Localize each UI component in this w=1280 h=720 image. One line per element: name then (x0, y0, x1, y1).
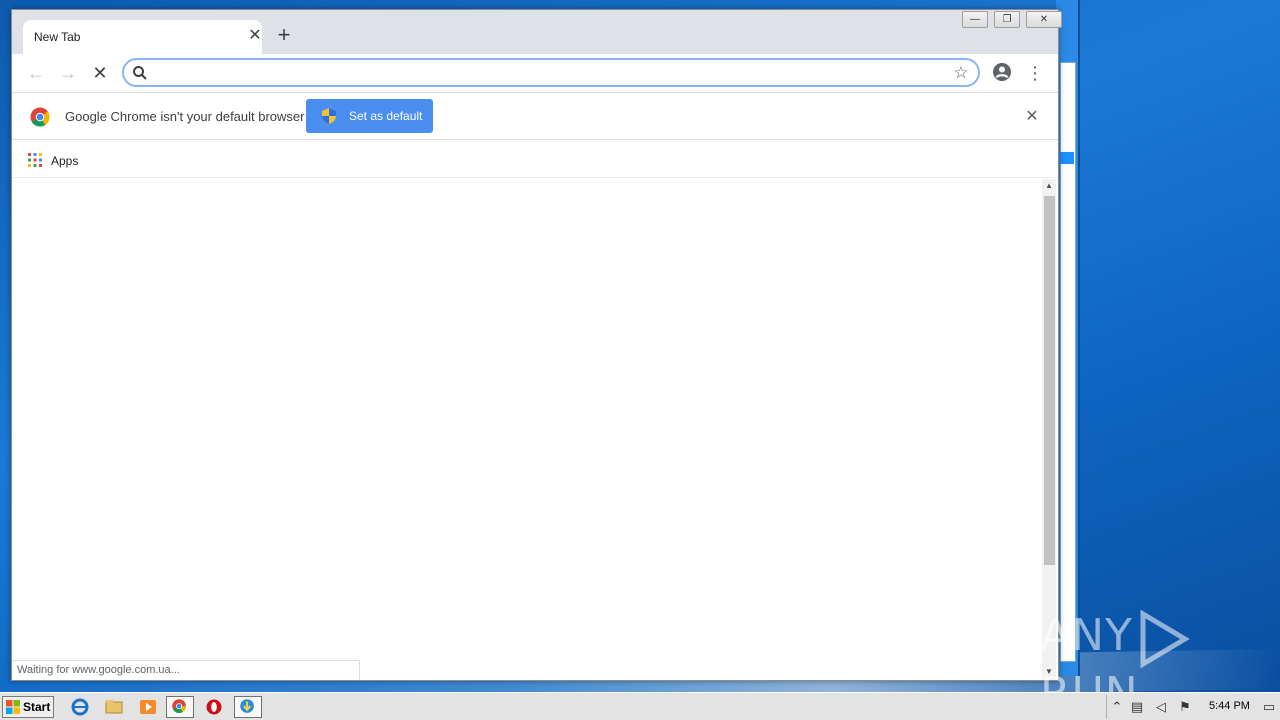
background-window-highlight (1060, 152, 1074, 164)
chrome-logo-icon (30, 107, 50, 127)
apps-bookmark[interactable]: Apps (51, 154, 78, 168)
volume-icon[interactable]: ◁ (1153, 699, 1169, 715)
tab-close-icon[interactable]: ✕ (247, 28, 263, 44)
installer-icon[interactable] (234, 696, 262, 718)
scroll-up-arrow-icon[interactable]: ▲ (1042, 179, 1056, 193)
start-label: Start (23, 700, 51, 714)
tab-title: New Tab (34, 30, 81, 44)
internet-explorer-icon[interactable] (66, 696, 94, 718)
restore-button[interactable]: ❐ (994, 11, 1020, 28)
watermark-play-icon (1140, 610, 1190, 668)
opera-icon[interactable] (200, 696, 228, 718)
profile-icon[interactable] (992, 62, 1012, 82)
file-explorer-icon[interactable] (100, 696, 128, 718)
stop-loading-icon[interactable]: ✕ (89, 62, 111, 84)
minimize-button[interactable]: — (962, 11, 988, 28)
start-button[interactable]: Start (2, 696, 54, 718)
action-center-flag-icon[interactable]: ⚑ (1177, 699, 1193, 715)
search-icon (133, 66, 147, 80)
page-content[interactable]: ▲ ▼ Waiting for www.google.com.ua... (12, 179, 1058, 680)
browser-toolbar: ← → ✕ ☆ ⋮ (12, 54, 1058, 92)
taskbar-clock[interactable]: 5:44 PM (1209, 700, 1250, 712)
vertical-scrollbar[interactable]: ▲ ▼ (1042, 179, 1056, 680)
taskbar: Start ⌃ ▤ ◁ ⚑ 5:44 PM ▭ (0, 692, 1280, 720)
network-icon[interactable]: ▤ (1129, 699, 1145, 715)
scroll-thumb[interactable] (1044, 196, 1055, 565)
set-as-default-label: Set as default (349, 109, 423, 123)
show-desktop-icon[interactable]: ▭ (1261, 699, 1277, 715)
back-arrow-icon[interactable]: ← (25, 62, 47, 84)
windows-logo-icon (6, 700, 20, 714)
window-controls: — ❐ ✕ (962, 11, 1068, 29)
close-window-button[interactable]: ✕ (1026, 11, 1062, 28)
star-icon[interactable]: ☆ (950, 62, 972, 84)
forward-arrow-icon[interactable]: → (57, 62, 79, 84)
apps-grid-icon[interactable] (28, 153, 42, 167)
chrome-icon[interactable] (166, 696, 194, 718)
address-bar[interactable]: ☆ (122, 58, 980, 87)
bookmarks-bar: Apps (12, 140, 1058, 178)
infobar-close-icon[interactable]: ✕ (1022, 107, 1042, 127)
default-browser-infobar: Google Chrome isn't your default browser… (12, 92, 1058, 140)
chrome-window: New Tab ✕ + — ❐ ✕ ← → ✕ ☆ ⋮ Google Chrom… (11, 9, 1062, 681)
new-tab-button[interactable]: + (274, 24, 294, 46)
background-window[interactable] (1056, 0, 1080, 676)
tab-new-tab[interactable]: New Tab ✕ (23, 20, 262, 54)
menu-icon[interactable]: ⋮ (1026, 62, 1044, 84)
system-tray: ⌃ ▤ ◁ ⚑ 5:44 PM ▭ (1106, 695, 1280, 719)
show-hidden-icons-icon[interactable]: ⌃ (1109, 699, 1125, 715)
infobar-message: Google Chrome isn't your default browser (65, 109, 305, 124)
uac-shield-icon (322, 108, 336, 124)
address-input[interactable] (158, 63, 938, 83)
media-player-icon[interactable] (134, 696, 162, 718)
set-as-default-button[interactable]: Set as default (306, 99, 433, 133)
tab-strip: New Tab ✕ + — ❐ ✕ (12, 10, 1062, 54)
watermark-left-text: ANY (1040, 610, 1133, 661)
status-bubble: Waiting for www.google.com.ua... (12, 660, 360, 680)
anyrun-watermark: ANY RUN (1040, 610, 1280, 719)
